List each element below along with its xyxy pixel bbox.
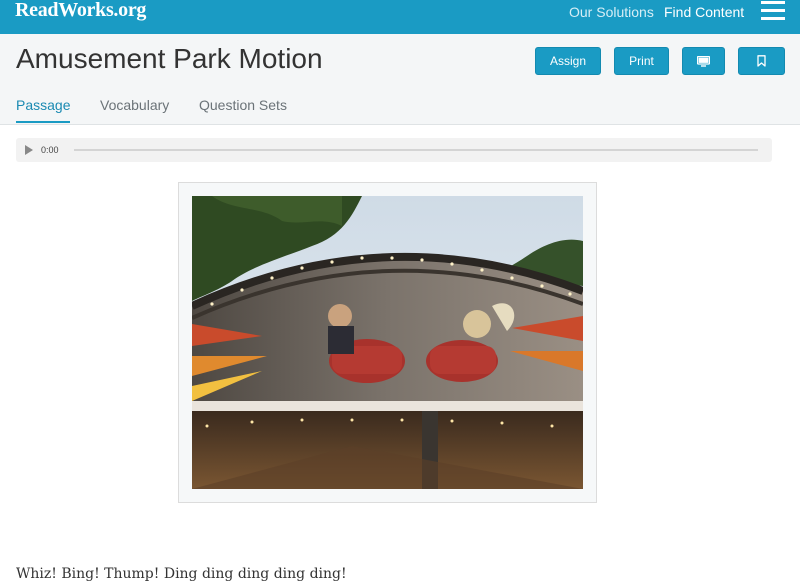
passage-image-frame	[178, 182, 597, 503]
nav-link-find-content[interactable]: Find Content	[664, 4, 744, 20]
tab-passage[interactable]: Passage	[16, 97, 71, 123]
readworks-logo[interactable]: ReadWorks.org	[15, 0, 146, 22]
tab-vocabulary[interactable]: Vocabulary	[100, 97, 169, 121]
tab-question-sets[interactable]: Question Sets	[199, 97, 287, 121]
audio-player: 0:00	[16, 138, 772, 162]
assign-button[interactable]: Assign	[535, 47, 601, 75]
play-icon[interactable]	[25, 145, 33, 155]
menu-line	[761, 17, 785, 20]
nav-link-our-solutions[interactable]: Our Solutions	[569, 4, 654, 20]
audio-progress-track[interactable]	[74, 149, 758, 151]
print-button[interactable]: Print	[614, 47, 669, 75]
top-navigation-bar: ReadWorks.org Our Solutions Find Content	[0, 0, 800, 34]
page-title: Amusement Park Motion	[16, 43, 323, 74]
menu-line	[761, 1, 785, 4]
hamburger-menu-icon[interactable]	[761, 1, 785, 21]
menu-line	[761, 9, 785, 12]
passage-text: Whiz! Bing! Thump! Ding ding ding ding d…	[16, 566, 347, 582]
bookmark-button[interactable]	[738, 47, 785, 75]
present-button[interactable]	[682, 47, 725, 75]
audio-time: 0:00	[41, 145, 59, 155]
passage-photo	[192, 196, 583, 489]
passage-header: Amusement Park Motion Assign Print Passa…	[0, 34, 800, 125]
monitor-icon	[697, 55, 710, 67]
bookmark-icon	[757, 55, 766, 67]
